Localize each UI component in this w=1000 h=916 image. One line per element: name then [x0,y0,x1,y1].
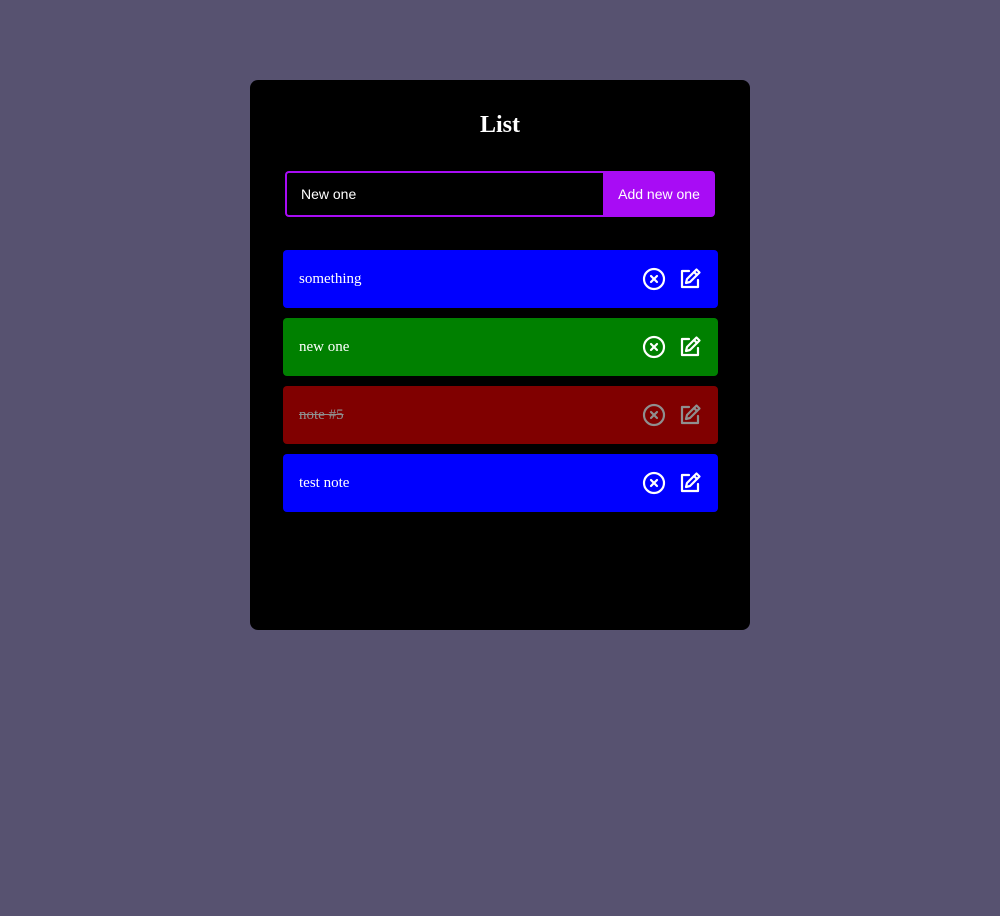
edit-note-button[interactable] [678,471,702,495]
circle-x-icon [642,471,666,495]
note-text[interactable]: new one [299,339,642,356]
note-item: new one [283,318,718,376]
circle-x-icon [642,335,666,359]
edit-note-button[interactable] [678,403,702,427]
note-item: note #5 [283,386,718,444]
new-note-input[interactable] [285,171,603,217]
delete-note-button[interactable] [642,471,666,495]
edit-icon [680,404,701,425]
todo-list-panel: List Add new one something [250,80,750,630]
note-item: something [283,250,718,308]
note-item: test note [283,454,718,512]
add-note-form: Add new one [285,171,715,217]
edit-icon [680,336,701,357]
note-text[interactable]: note #5 [299,407,642,424]
add-note-button[interactable]: Add new one [603,171,715,217]
page-title: List [479,112,520,138]
notes-list: something new one note #5 test note [283,250,718,522]
circle-x-icon [642,267,666,291]
note-text[interactable]: test note [299,475,642,492]
edit-note-button[interactable] [678,267,702,291]
note-text[interactable]: something [299,271,642,288]
note-actions [642,267,702,291]
edit-icon [680,268,701,289]
edit-icon [680,472,701,493]
delete-note-button[interactable] [642,403,666,427]
delete-note-button[interactable] [642,267,666,291]
circle-x-icon [642,403,666,427]
note-actions [642,335,702,359]
edit-note-button[interactable] [678,335,702,359]
note-actions [642,403,702,427]
delete-note-button[interactable] [642,335,666,359]
note-actions [642,471,702,495]
